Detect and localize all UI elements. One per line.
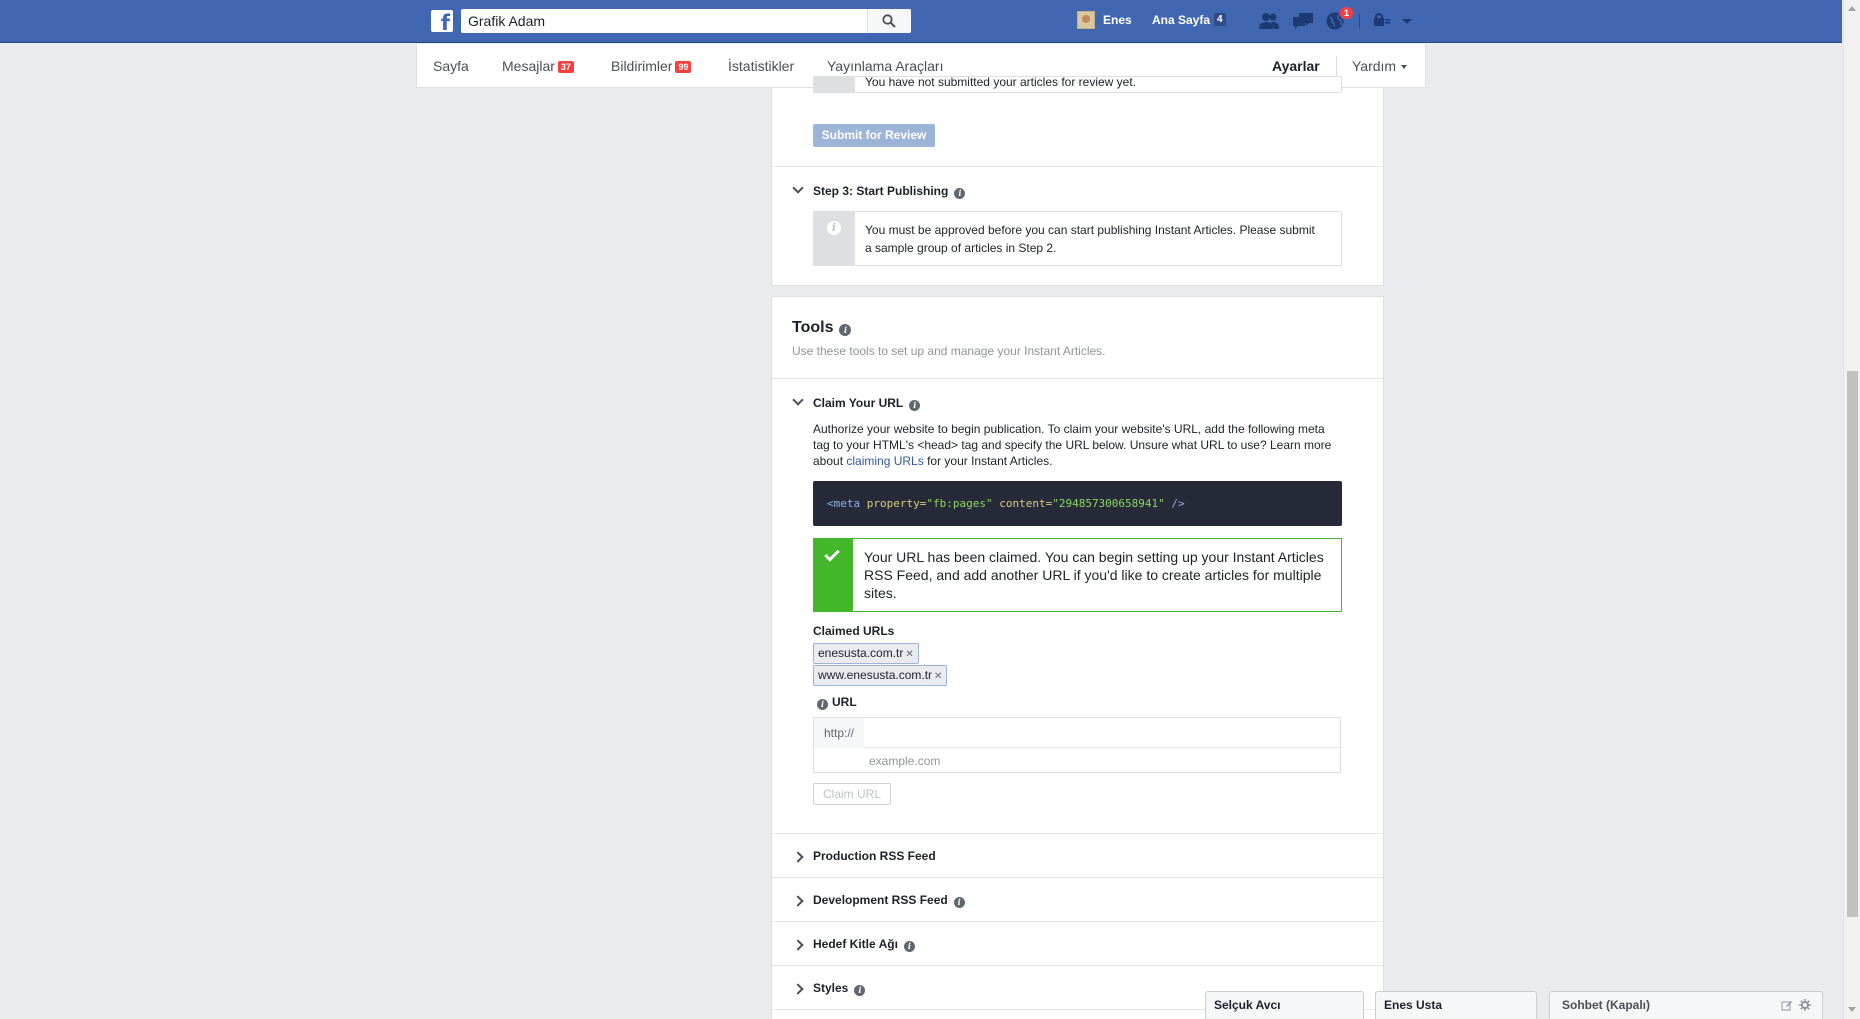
top-bar: f Enes Ana Sayfa 4 1 — [0, 0, 1842, 43]
messages-badge: 37 — [557, 61, 574, 73]
messages-icon[interactable] — [1291, 11, 1315, 31]
claimed-url-token: www.enesusta.com.tr ✕ — [813, 665, 948, 686]
development-rss-feed-title[interactable]: Development RSS Feed i — [813, 893, 965, 908]
url-claimed-message: Your URL has been claimed. You can begin… — [864, 549, 1324, 601]
section-divider — [772, 877, 1383, 878]
tools-title: Tools i — [792, 319, 852, 337]
notification-count-badge: 1 — [1339, 6, 1355, 20]
submit-for-review-button[interactable]: Submit for Review — [813, 124, 935, 147]
info-icon[interactable]: i — [909, 400, 921, 411]
url-prefix: http:// — [814, 718, 864, 748]
chat-tab-selcuk[interactable]: Selçuk Avcı — [1205, 991, 1364, 1019]
tab-mesajlar[interactable]: Mesajlar 37 — [502, 58, 574, 74]
claim-url-button[interactable]: Claim URL — [813, 783, 891, 805]
section-divider — [772, 378, 1383, 379]
info-icon[interactable]: i — [854, 985, 866, 996]
scroll-down-arrow-icon[interactable] — [1848, 1007, 1856, 1012]
tab-istatistikler[interactable]: İstatistikler — [728, 58, 794, 74]
setup-steps-panel: You have not submitted your articles for… — [771, 76, 1384, 286]
info-box-side — [814, 77, 855, 92]
info-icon[interactable]: i — [839, 324, 852, 336]
url-claimed-success-box: Your URL has been claimed. You can begin… — [813, 538, 1342, 612]
privacy-shortcuts-icon[interactable] — [1372, 11, 1396, 31]
page-scrollbar[interactable] — [1843, 0, 1860, 1019]
nav-home-link[interactable]: Ana Sayfa — [1152, 13, 1210, 27]
step2-status-text: You have not submitted your articles for… — [865, 76, 1137, 89]
tab-ayarlar[interactable]: Ayarlar — [1272, 58, 1320, 74]
nav-separator — [1336, 56, 1337, 78]
chevron-down-icon[interactable] — [792, 182, 804, 194]
scroll-up-arrow-icon[interactable] — [1848, 6, 1856, 11]
chat-tab-enes[interactable]: Enes Usta — [1375, 991, 1537, 1019]
chevron-right-icon[interactable] — [792, 983, 804, 995]
tools-description: Use these tools to set up and manage you… — [792, 344, 1106, 358]
search-button[interactable] — [867, 9, 911, 33]
section-divider — [772, 166, 1383, 167]
claimed-url-token: enesusta.com.tr ✕ — [813, 643, 919, 664]
section-divider — [772, 833, 1383, 834]
checkmark-icon — [824, 546, 840, 562]
user-avatar[interactable] — [1077, 11, 1095, 29]
info-circle-icon: i — [827, 221, 841, 235]
chevron-right-icon[interactable] — [792, 895, 804, 907]
info-icon[interactable]: i — [817, 699, 828, 710]
home-count-badge: 4 — [1214, 13, 1226, 26]
account-menu-chevron-down-icon[interactable] — [1400, 11, 1424, 31]
tab-bildirimler[interactable]: Bildirimler 99 — [611, 58, 692, 74]
compose-edit-icon[interactable] — [1781, 999, 1793, 1011]
tools-panel: Tools i Use these tools to set up and man… — [771, 296, 1384, 1019]
section-divider — [772, 921, 1383, 922]
step3-info-line2: a sample group of articles in Step 2. — [865, 241, 1057, 255]
section-divider — [772, 965, 1383, 966]
claimed-urls-label: Claimed URLs — [813, 624, 895, 638]
chat-status-label: Sohbet (Kapalı) — [1562, 998, 1651, 1012]
chevron-right-icon[interactable] — [792, 939, 804, 951]
production-rss-feed-title[interactable]: Production RSS Feed — [813, 849, 936, 863]
step2-info-box: You have not submitted your articles for… — [813, 76, 1342, 93]
tab-yayinlama-araclari[interactable]: Yayınlama Araçları — [827, 58, 943, 74]
notifications-badge: 99 — [675, 61, 692, 73]
styles-title[interactable]: Styles i — [813, 981, 866, 996]
friend-requests-icon[interactable] — [1257, 11, 1281, 31]
topbar-divider — [1359, 14, 1360, 28]
claim-url-description: Authorize your website to begin publicat… — [813, 422, 1332, 468]
url-field-label: i URL — [817, 695, 857, 710]
success-box-side — [814, 539, 853, 611]
remove-url-close-icon[interactable]: ✕ — [934, 671, 942, 682]
chat-status-bar[interactable]: Sohbet (Kapalı) — [1549, 991, 1823, 1019]
search-input[interactable] — [461, 9, 866, 33]
url-input[interactable] — [864, 718, 1340, 748]
caret-down-icon — [1401, 65, 1408, 69]
info-icon[interactable]: i — [953, 897, 965, 908]
step3-info-box: i You must be approved before you can st… — [813, 211, 1342, 266]
chevron-down-icon[interactable] — [792, 394, 804, 406]
tab-sayfa[interactable]: Sayfa — [433, 58, 469, 74]
meta-tag-code-block: <meta property="fb:pages" content="29485… — [813, 481, 1342, 526]
search-box — [461, 9, 911, 33]
step3-title[interactable]: Step 3: Start Publishing i — [813, 184, 966, 199]
nav-user-name[interactable]: Enes — [1103, 13, 1132, 27]
scroll-thumb[interactable] — [1847, 371, 1858, 917]
claiming-urls-link[interactable]: claiming URLs — [846, 454, 923, 468]
gear-icon[interactable] — [1799, 999, 1811, 1011]
step3-info-line1: You must be approved before you can star… — [865, 223, 1315, 237]
info-icon[interactable]: i — [954, 188, 966, 199]
audience-network-title[interactable]: Hedef Kitle Ağı i — [813, 937, 915, 952]
info-box-side: i — [814, 212, 855, 265]
chevron-right-icon[interactable] — [792, 851, 804, 863]
url-field-container: http:// example.com — [813, 717, 1341, 773]
claim-url-title[interactable]: Claim Your URL i — [813, 396, 921, 411]
facebook-logo-icon[interactable]: f — [431, 10, 453, 32]
info-icon[interactable]: i — [903, 941, 915, 952]
help-dropdown[interactable]: Yardım — [1352, 58, 1408, 74]
search-icon — [882, 14, 896, 28]
remove-url-close-icon[interactable]: ✕ — [905, 649, 913, 660]
url-example-hint: example.com — [869, 754, 941, 768]
